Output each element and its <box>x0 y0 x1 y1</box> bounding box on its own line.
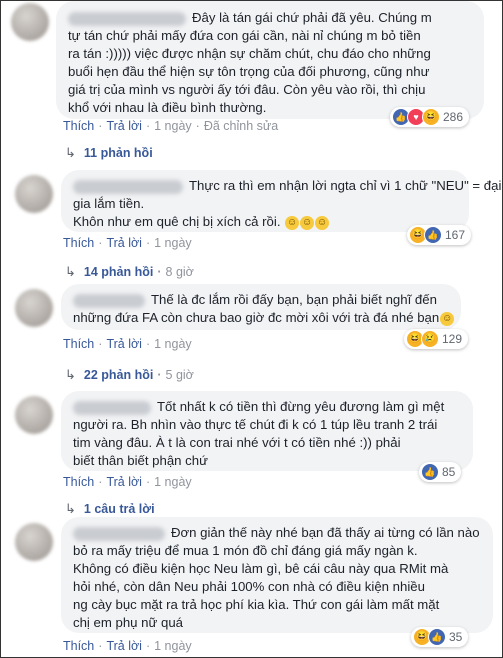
reply-link[interactable]: Trả lời <box>106 119 142 133</box>
smile-emoji-icon: ☺ <box>285 215 300 230</box>
timestamp[interactable]: 1 ngày <box>154 639 192 653</box>
reaction-summary[interactable]: 👍 85 <box>419 462 462 482</box>
replies-label[interactable]: 11 phản hồi <box>84 146 153 160</box>
comment-text-line: biết thân biết phận chứ <box>73 453 208 468</box>
blurred-author-name[interactable] <box>73 526 165 541</box>
comment-text-line: những đứa FA còn chưa bao giờ đc mời xôi… <box>73 310 440 325</box>
like-link[interactable]: Thích <box>63 639 94 653</box>
replies-label[interactable]: 14 phản hồi <box>84 265 153 279</box>
comment-text-line: Khôn như em quê chị bị xích cả rồi. <box>73 214 281 229</box>
comment-text-line: Đây là tán gái chứ phải đã yêu. Chúng m <box>192 10 432 25</box>
comment-bubble: Đây là tán gái chứ phải đã yêu. Chúng m … <box>56 1 484 119</box>
comment-bubble: Thực ra thì em nhận lời ngta chỉ vì 1 ch… <box>61 170 501 232</box>
like-icon: 👍 <box>421 463 439 481</box>
comment-text-line: Tốt nhất k có tiền thì đừng yêu đương là… <box>157 399 445 414</box>
reply-arrow-icon: ↳ <box>65 264 76 279</box>
comment-bubble: Thế là đc lắm rồi đấy bạn, bạn phải biết… <box>61 284 461 330</box>
comment-text-line: Không có điều kiện học Neu làm gì, bê cá… <box>73 561 449 576</box>
reaction-count: 85 <box>442 465 456 479</box>
timestamp[interactable]: 1 ngày <box>154 337 192 351</box>
sad-icon: 😢 <box>421 330 439 348</box>
blurred-author-name[interactable] <box>73 179 183 194</box>
comment-actions: Thích · Trả lời · 1 ngày <box>63 639 192 653</box>
reply-arrow-icon: ↳ <box>65 367 76 382</box>
comment-text-line: gia lắm tiền. <box>73 196 145 211</box>
replies-time[interactable]: 5 giờ <box>166 368 194 382</box>
comment-actions: Thích · Trả lời · 1 ngày <box>63 236 192 250</box>
reaction-summary[interactable]: 👍 ♥ 😆 286 <box>390 107 470 127</box>
reaction-summary[interactable]: 😆 👍 167 <box>407 225 472 245</box>
avatar[interactable] <box>15 523 53 561</box>
comment-text-line: Đơn giản thế này nhé bạn đã thấy ai từng… <box>171 525 480 540</box>
replies-time[interactable]: 8 giờ <box>166 265 194 279</box>
avatar[interactable] <box>11 3 49 41</box>
reply-link[interactable]: Trả lời <box>106 639 142 653</box>
timestamp[interactable]: 1 ngày <box>154 475 192 489</box>
avatar[interactable] <box>15 175 53 213</box>
comment-text-line: người ra. Bh nhìn vào thực tế chút đi k … <box>73 417 438 432</box>
replies-label[interactable]: 22 phản hồi <box>84 368 153 382</box>
smile-emoji-icon: ☺ <box>440 311 455 326</box>
blurred-author-name[interactable] <box>73 400 151 415</box>
comment-text-line: bỏ ra mấy triệu để mua 1 món đồ chỉ đáng… <box>73 543 418 558</box>
view-replies-link[interactable]: ↳ 14 phản hồi · 8 giờ <box>65 264 194 280</box>
smile-emoji-icon: ☺ <box>315 215 330 230</box>
reply-link[interactable]: Trả lời <box>106 236 142 250</box>
view-replies-link[interactable]: ↳ 11 phản hồi <box>65 145 153 161</box>
comment-bubble: Tốt nhất k có tiền thì đừng yêu đương là… <box>61 391 473 471</box>
comment-text-line: ra tán :))))) việc được nhận sự chăm chú… <box>68 46 431 61</box>
view-replies-link[interactable]: ↳ 22 phản hồi · 5 giờ <box>65 367 194 383</box>
avatar[interactable] <box>15 289 53 327</box>
like-icon: 👍 <box>428 628 446 646</box>
comment-text-line: hỏi nhé, còn dân Neu phải 100% con nhà c… <box>73 579 425 594</box>
like-link[interactable]: Thích <box>63 236 94 250</box>
haha-icon: 😆 <box>422 108 440 126</box>
comment-actions: Thích · Trả lời · 1 ngày · Đã chỉnh sửa <box>63 119 279 133</box>
reply-arrow-icon: ↳ <box>65 501 76 516</box>
reaction-summary[interactable]: 😆 😢 129 <box>404 329 469 349</box>
comment-text-line: Thực ra thì em nhận lời ngta chỉ vì 1 ch… <box>189 178 502 193</box>
comment-text-line: buổi hẹn đầu thể hiện sự tôn trọng của đ… <box>68 64 430 79</box>
like-link[interactable]: Thích <box>63 119 94 133</box>
blurred-author-name[interactable] <box>68 11 186 26</box>
reaction-count: 35 <box>449 630 463 644</box>
avatar[interactable] <box>15 396 53 434</box>
reaction-count: 129 <box>442 332 463 346</box>
blurred-author-name[interactable] <box>73 293 145 308</box>
reply-link[interactable]: Trả lời <box>106 475 142 489</box>
comment-actions: Thích · Trả lời · 1 ngày <box>63 475 192 489</box>
comment-bubble: Đơn giản thế này nhé bạn đã thấy ai từng… <box>61 517 493 633</box>
replies-label[interactable]: 1 câu trả lời <box>84 502 155 516</box>
edited-label[interactable]: Đã chỉnh sửa <box>204 119 278 133</box>
comment-actions: Thích · Trả lời · 1 ngày <box>63 337 192 351</box>
like-icon: 👍 <box>424 226 442 244</box>
smile-emoji-icon: ☺ <box>300 215 315 230</box>
comment-text-line: tự tán chứ phải mấy đứa con gái cần, nài… <box>68 28 421 43</box>
reaction-count: 167 <box>445 228 466 242</box>
timestamp[interactable]: 1 ngày <box>154 236 192 250</box>
comment-text-line: Thế là đc lắm rồi đấy bạn, bạn phải biết… <box>151 292 437 307</box>
comment-text-line: giá trị của mình vs người ấy tới đâu. Cò… <box>68 82 426 97</box>
reply-arrow-icon: ↳ <box>65 145 76 160</box>
view-replies-link[interactable]: ↳ 1 câu trả lời <box>65 501 155 517</box>
like-link[interactable]: Thích <box>63 337 94 351</box>
reaction-count: 286 <box>443 110 464 124</box>
comment-text-line: tim vàng đâu. À t là con trai nhé với t … <box>73 435 401 450</box>
timestamp[interactable]: 1 ngày <box>154 119 192 133</box>
like-link[interactable]: Thích <box>63 475 94 489</box>
reply-link[interactable]: Trả lời <box>106 337 142 351</box>
reaction-summary[interactable]: 😆 👍 35 <box>411 627 469 647</box>
comment-text-line: ng cày bục mặt ra trả học phí kia kìa. T… <box>73 597 440 612</box>
